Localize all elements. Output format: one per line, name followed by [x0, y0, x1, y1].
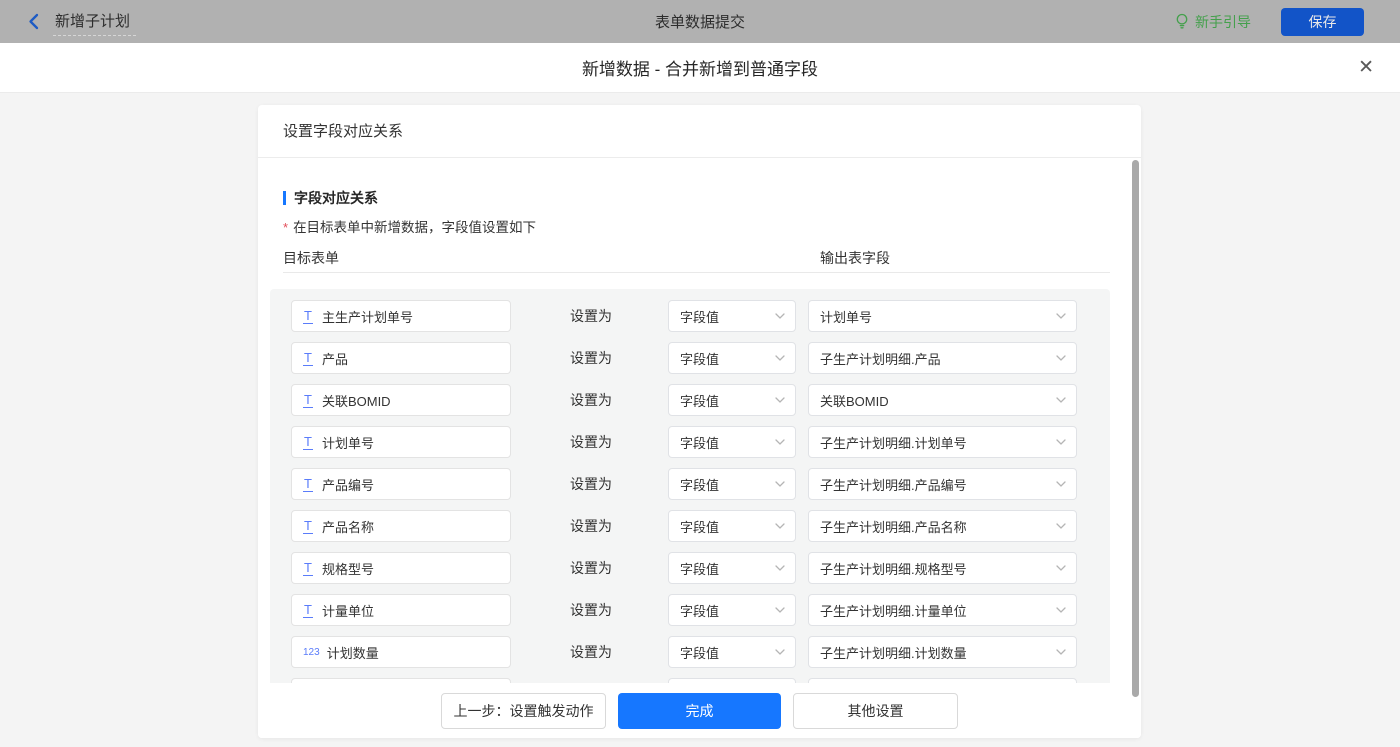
set-as-label: 设置为	[570, 516, 612, 536]
text-field-icon: T	[303, 309, 313, 324]
guide-label: 新手引导	[1195, 12, 1251, 32]
set-as-label: 设置为	[570, 600, 612, 620]
set-as-label: 设置为	[570, 474, 612, 494]
chevron-down-icon	[775, 355, 785, 361]
value-type-select[interactable]: 字段值	[668, 300, 796, 332]
target-field[interactable]: T 规格型号	[291, 552, 511, 584]
mapping-row: T 关联BOMID 设置为 字段值 关联BOMID	[270, 384, 1110, 416]
chevron-down-icon	[775, 439, 785, 445]
value-type-select[interactable]: 字段值	[668, 384, 796, 416]
chevron-down-icon	[1056, 565, 1066, 571]
target-field[interactable]: T 产品名称	[291, 510, 511, 542]
card-header: 设置字段对应关系	[258, 105, 1141, 158]
chevron-down-icon	[775, 565, 785, 571]
set-as-label: 设置为	[570, 432, 612, 452]
modal-header: 新增数据 - 合并新增到普通字段 ✕	[0, 43, 1400, 93]
output-field-select[interactable]: 关联BOMID	[808, 384, 1077, 416]
target-field[interactable]: T 产品编号	[291, 468, 511, 500]
chevron-down-icon	[775, 523, 785, 529]
chevron-down-icon	[775, 607, 785, 613]
text-field-icon: T	[303, 393, 313, 408]
page-background: 设置字段对应关系 字段对应关系 * 在目标表单中新增数据，字段值设置如下 目标表…	[0, 93, 1400, 747]
target-field[interactable]: 123 计划数量	[291, 636, 511, 668]
save-button[interactable]: 保存	[1281, 8, 1364, 36]
chevron-down-icon	[1056, 397, 1066, 403]
target-field[interactable]: T 主生产计划单号	[291, 300, 511, 332]
value-type-select[interactable]: 字段值	[668, 510, 796, 542]
other-settings-button[interactable]: 其他设置	[793, 693, 958, 729]
card-footer: 上一步：设置触发动作 完成 其他设置	[258, 683, 1141, 738]
column-header-target: 目标表单	[283, 248, 339, 268]
finish-button[interactable]: 完成	[618, 693, 781, 729]
section-accent-bar	[283, 191, 286, 205]
chevron-down-icon	[1056, 313, 1066, 319]
text-field-icon: T	[303, 603, 313, 618]
chevron-down-icon	[1056, 523, 1066, 529]
value-type-select[interactable]: 字段值	[668, 468, 796, 500]
output-field-select[interactable]: 子生产计划明细.计量单位	[808, 594, 1077, 626]
modal-title: 新增数据 - 合并新增到普通字段	[582, 55, 818, 80]
value-type-select[interactable]: 字段值	[668, 552, 796, 584]
value-type-select[interactable]: 字段值	[668, 636, 796, 668]
target-field[interactable]: T 关联BOMID	[291, 384, 511, 416]
output-field-select[interactable]: 子生产计划明细.产品	[808, 342, 1077, 374]
mapping-row: T 计划单号 设置为 字段值 子生产计划明细.计划单号	[270, 426, 1110, 458]
prev-step-button[interactable]: 上一步：设置触发动作	[441, 693, 606, 729]
column-header-output: 输出表字段	[820, 248, 890, 268]
scrollbar-thumb[interactable]	[1132, 160, 1139, 697]
output-field-select[interactable]: 子生产计划明细.计划数量	[808, 636, 1077, 668]
chevron-down-icon	[775, 649, 785, 655]
topbar: 新增子计划 表单数据提交 新手引导 保存	[0, 0, 1400, 43]
chevron-down-icon	[1056, 355, 1066, 361]
description-text: 在目标表单中新增数据，字段值设置如下	[293, 219, 536, 236]
set-as-label: 设置为	[570, 558, 612, 578]
mapping-row: T 产品名称 设置为 字段值 子生产计划明细.产品名称	[270, 510, 1110, 542]
value-type-select[interactable]: 字段值	[668, 342, 796, 374]
mapping-row: T 产品编号 设置为 字段值 子生产计划明细.产品编号	[270, 468, 1110, 500]
mapping-row: T 产品 设置为 字段值 子生产计划明细.产品	[270, 342, 1110, 374]
back-chevron-icon[interactable]	[28, 13, 39, 30]
chevron-down-icon	[1056, 439, 1066, 445]
set-as-label: 设置为	[570, 306, 612, 326]
target-field[interactable]: T 计量单位	[291, 594, 511, 626]
output-field-select[interactable]: 子生产计划明细.规格型号	[808, 552, 1077, 584]
text-field-icon: T	[303, 351, 313, 366]
chevron-down-icon	[1056, 607, 1066, 613]
field-mapping-card: 设置字段对应关系 字段对应关系 * 在目标表单中新增数据，字段值设置如下 目标表…	[258, 105, 1141, 738]
mapping-row: 123 计划数量 设置为 字段值 子生产计划明细.计划数量	[270, 636, 1110, 668]
chevron-down-icon	[1056, 481, 1066, 487]
close-icon[interactable]: ✕	[1356, 56, 1376, 79]
guide-link[interactable]: 新手引导	[1175, 12, 1251, 32]
section-title: 字段对应关系	[294, 188, 378, 208]
column-divider	[283, 272, 1110, 273]
set-as-label: 设置为	[570, 390, 612, 410]
text-field-icon: T	[303, 519, 313, 534]
chevron-down-icon	[775, 397, 785, 403]
chevron-down-icon	[775, 313, 785, 319]
number-field-icon: 123	[303, 647, 320, 658]
target-field[interactable]: T 计划单号	[291, 426, 511, 458]
mapping-row: T 主生产计划单号 设置为 字段值 计划单号	[270, 300, 1110, 332]
lightbulb-icon	[1175, 13, 1189, 30]
set-as-label: 设置为	[570, 348, 612, 368]
mapping-row: T 规格型号 设置为 字段值 子生产计划明细.规格型号	[270, 552, 1110, 584]
target-field[interactable]: T 产品	[291, 342, 511, 374]
required-mark: *	[283, 219, 288, 236]
value-type-select[interactable]: 字段值	[668, 594, 796, 626]
back-label[interactable]: 新增子计划	[53, 8, 136, 36]
value-type-select[interactable]: 字段值	[668, 426, 796, 458]
set-as-label: 设置为	[570, 642, 612, 662]
chevron-down-icon	[775, 481, 785, 487]
output-field-select[interactable]: 子生产计划明细.产品编号	[808, 468, 1077, 500]
output-field-select[interactable]: 子生产计划明细.产品名称	[808, 510, 1077, 542]
text-field-icon: T	[303, 561, 313, 576]
text-field-icon: T	[303, 477, 313, 492]
chevron-down-icon	[1056, 649, 1066, 655]
mapping-row: T 计量单位 设置为 字段值 子生产计划明细.计量单位	[270, 594, 1110, 626]
mapping-rows-area: T 主生产计划单号 设置为 字段值 计划单号 T 产品 设置为	[270, 289, 1110, 689]
output-field-select[interactable]: 计划单号	[808, 300, 1077, 332]
text-field-icon: T	[303, 435, 313, 450]
output-field-select[interactable]: 子生产计划明细.计划单号	[808, 426, 1077, 458]
